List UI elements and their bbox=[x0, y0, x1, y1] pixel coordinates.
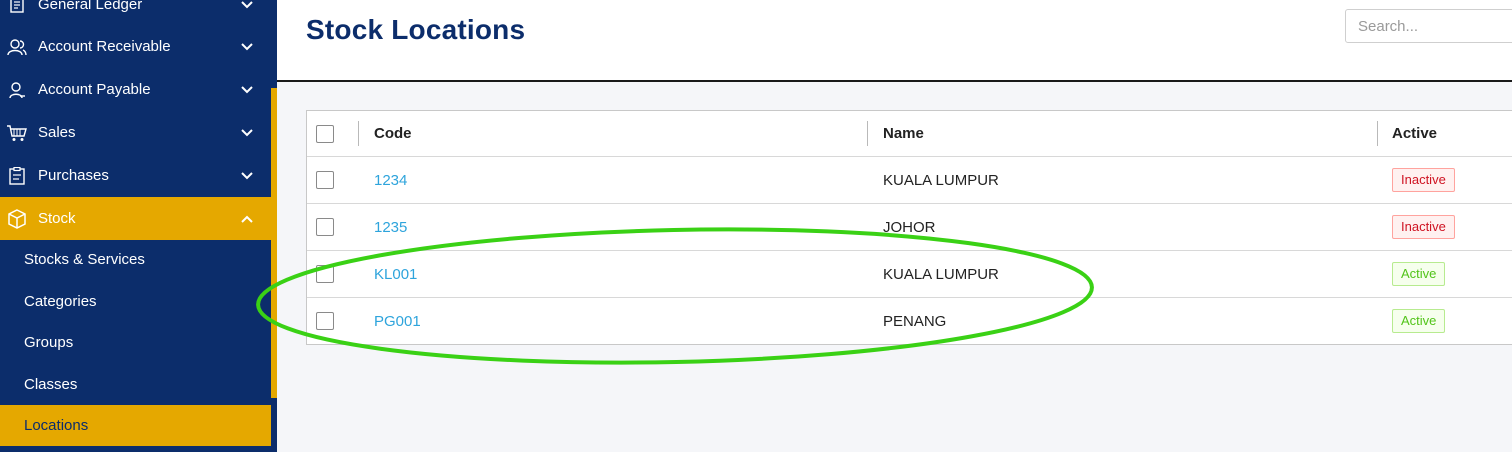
chevron-down-icon bbox=[237, 0, 257, 15]
row-checkbox-cell bbox=[316, 298, 336, 344]
sidebar-item-label: Sales bbox=[38, 124, 76, 141]
sidebar: General Ledger Account Receivable Accoun… bbox=[0, 0, 277, 452]
ledger-icon bbox=[6, 0, 28, 16]
sidebar-item-label: Account Receivable bbox=[38, 38, 171, 55]
sidebar-item-sales[interactable]: Sales bbox=[0, 111, 271, 154]
sidebar-subitem-label: Classes bbox=[24, 376, 78, 393]
chevron-down-icon bbox=[237, 166, 257, 186]
column-divider[interactable] bbox=[358, 121, 359, 146]
sidebar-item-label: Stock bbox=[38, 210, 76, 227]
sidebar-item-stock[interactable]: Stock bbox=[0, 197, 271, 240]
locations-table: Code Name Active 1234 KUALA LUMPUR Inact… bbox=[306, 110, 1512, 345]
row-checkbox[interactable] bbox=[316, 312, 334, 330]
page-header: Stock Locations bbox=[277, 0, 1512, 82]
sidebar-subitem-label: Locations bbox=[24, 417, 89, 434]
location-name: KUALA LUMPUR bbox=[883, 171, 999, 189]
sidebar-item-label: General Ledger bbox=[38, 0, 143, 13]
column-divider[interactable] bbox=[1377, 121, 1378, 146]
column-header-name[interactable]: Name bbox=[883, 111, 924, 156]
table-row[interactable]: KL001 KUALA LUMPUR Active bbox=[307, 250, 1512, 297]
row-checkbox-cell bbox=[316, 157, 336, 203]
sidebar-item-label: Purchases bbox=[38, 167, 109, 184]
status-badge: Active bbox=[1392, 262, 1446, 286]
location-name: KUALA LUMPUR bbox=[883, 265, 999, 283]
chevron-up-icon bbox=[237, 209, 257, 229]
sidebar-item-account-payable[interactable]: Account Payable bbox=[0, 68, 271, 111]
box-icon bbox=[6, 208, 28, 230]
row-checkbox[interactable] bbox=[316, 218, 334, 236]
chevron-down-icon bbox=[237, 123, 257, 143]
sidebar-item-account-receivable[interactable]: Account Receivable bbox=[0, 25, 271, 68]
code-link[interactable]: KL001 bbox=[374, 266, 417, 283]
row-checkbox-cell bbox=[316, 204, 336, 250]
user-icon bbox=[6, 79, 28, 101]
page-title: Stock Locations bbox=[306, 14, 526, 45]
status-badge: Active bbox=[1392, 309, 1446, 333]
row-checkbox[interactable] bbox=[316, 265, 334, 283]
column-header-active[interactable]: Active bbox=[1392, 111, 1437, 156]
sidebar-subitem-label: Groups bbox=[24, 334, 74, 351]
location-name: JOHOR bbox=[883, 218, 936, 236]
code-link[interactable]: PG001 bbox=[374, 313, 421, 330]
table-row[interactable]: 1235 JOHOR Inactive bbox=[307, 203, 1512, 250]
chevron-down-icon bbox=[237, 80, 257, 100]
status-badge: Inactive bbox=[1392, 215, 1455, 239]
chevron-down-icon bbox=[237, 37, 257, 57]
search-input[interactable] bbox=[1345, 9, 1512, 43]
column-divider[interactable] bbox=[867, 121, 868, 146]
sidebar-subitem-stocks-services[interactable]: Stocks & Services bbox=[0, 239, 271, 280]
status-badge: Inactive bbox=[1392, 168, 1455, 192]
table-row[interactable]: 1234 KUALA LUMPUR Inactive bbox=[307, 156, 1512, 203]
main-content: Code Name Active 1234 KUALA LUMPUR Inact… bbox=[277, 82, 1512, 452]
sidebar-subitem-label: Categories bbox=[24, 293, 97, 310]
table-header-row: Code Name Active bbox=[307, 111, 1512, 156]
sidebar-subitem-label: Stocks & Services bbox=[24, 251, 145, 268]
clipboard-icon bbox=[6, 165, 28, 187]
code-link[interactable]: 1234 bbox=[374, 172, 407, 189]
table-row[interactable]: PG001 PENANG Active bbox=[307, 297, 1512, 344]
sidebar-subitem-locations[interactable]: Locations bbox=[0, 405, 271, 446]
sidebar-item-label: Account Payable bbox=[38, 81, 151, 98]
select-all-checkbox-cell bbox=[316, 111, 336, 156]
column-header-code[interactable]: Code bbox=[374, 111, 412, 156]
select-all-checkbox[interactable] bbox=[316, 124, 334, 143]
sidebar-item-purchases[interactable]: Purchases bbox=[0, 154, 271, 197]
cart-icon bbox=[6, 122, 28, 144]
sidebar-subitem-categories[interactable]: Categories bbox=[0, 281, 271, 322]
sidebar-subitem-classes[interactable]: Classes bbox=[0, 364, 271, 405]
users-icon bbox=[6, 36, 28, 58]
location-name: PENANG bbox=[883, 312, 947, 330]
row-checkbox-cell bbox=[316, 251, 336, 297]
row-checkbox[interactable] bbox=[316, 171, 334, 189]
sidebar-subitem-groups[interactable]: Groups bbox=[0, 322, 271, 363]
code-link[interactable]: 1235 bbox=[374, 219, 407, 236]
sidebar-item-general-ledger[interactable]: General Ledger bbox=[0, 0, 271, 26]
